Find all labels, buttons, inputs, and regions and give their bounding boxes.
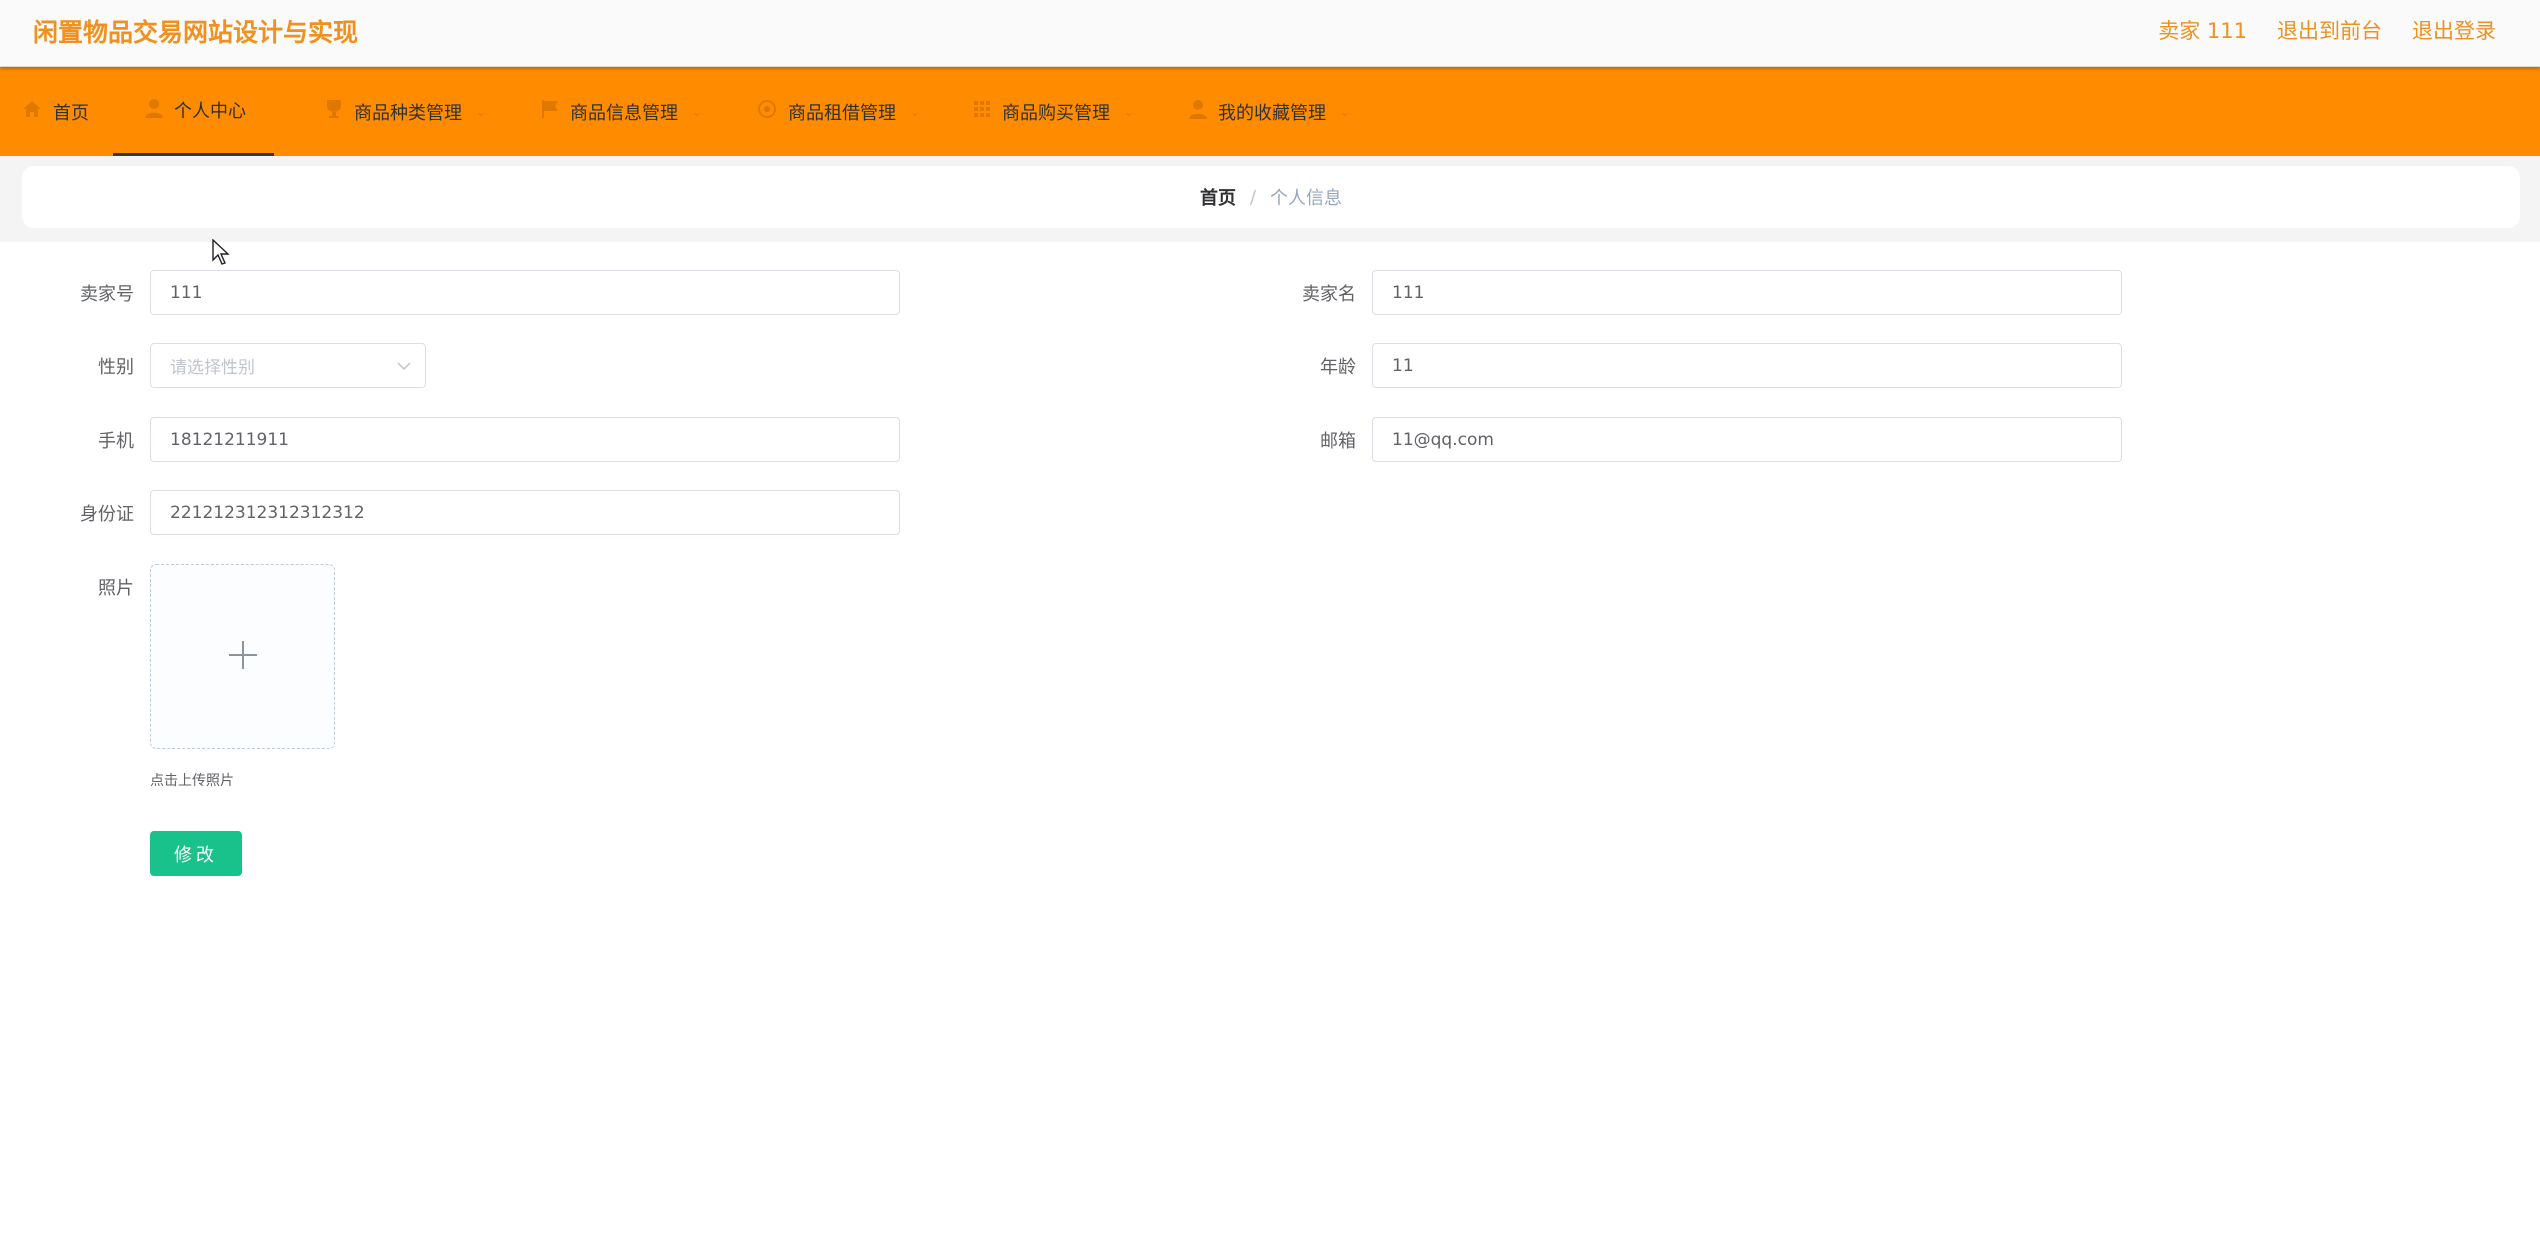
seller-name-value: 111 (1392, 282, 1425, 303)
age-input[interactable]: 11 (1372, 343, 2122, 388)
age-value: 11 (1392, 355, 1414, 376)
nav-item-label: 商品信息管理 (570, 102, 678, 124)
nav-item-label: 个人中心 (174, 101, 246, 122)
photo-uploader[interactable] (150, 564, 335, 749)
nav-item-category-management[interactable]: 商品种类管理 ⌄ (325, 67, 486, 156)
nav-item-label: 首页 (53, 102, 89, 124)
email-value: 11@qq.com (1392, 429, 1494, 450)
email-input[interactable]: 11@qq.com (1372, 417, 2122, 462)
seller-no-input[interactable]: 111 (150, 270, 900, 315)
id-card-value: 221212312312312312 (170, 502, 365, 523)
gender-placeholder: 请选择性别 (170, 358, 255, 378)
chevron-down-icon: ⌄ (692, 104, 703, 119)
current-user-link[interactable]: 卖家 111 (2158, 15, 2247, 45)
age-label: 年龄 (1320, 357, 1356, 378)
nav-item-home[interactable]: 首页 (22, 67, 89, 156)
main-nav: 首页 个人中心 商品种类管理 ⌄ 商品信息管理 ⌄ 商品租借管理 ⌄ 商品购买管… (0, 67, 2540, 156)
nav-item-personal-center[interactable]: 个人中心 (113, 67, 274, 156)
breadcrumb-home[interactable]: 首页 (1200, 184, 1236, 210)
id-card-label: 身份证 (80, 504, 134, 525)
flag-icon (541, 99, 559, 124)
seller-name-input[interactable]: 111 (1372, 270, 2122, 315)
chevron-down-icon (397, 358, 411, 374)
update-button[interactable]: 修改 (150, 831, 242, 876)
nav-item-label: 商品种类管理 (354, 102, 462, 124)
breadcrumb: 首页 / 个人信息 (22, 166, 2520, 228)
logout-link[interactable]: 退出登录 (2412, 15, 2496, 45)
user-icon (145, 98, 163, 123)
nav-item-rental-management[interactable]: 商品租借管理 ⌄ (757, 67, 920, 156)
nav-item-label: 我的收藏管理 (1218, 102, 1326, 124)
phone-value: 18121211911 (170, 429, 289, 450)
nav-item-label: 商品租借管理 (788, 102, 896, 124)
chevron-down-icon: ⌄ (910, 104, 921, 119)
mouse-cursor-icon (212, 238, 230, 269)
nav-item-goods-info-management[interactable]: 商品信息管理 ⌄ (541, 67, 702, 156)
header-links: 卖家 111 退出到前台 退出登录 (2158, 15, 2496, 45)
gender-select[interactable]: 请选择性别 (150, 343, 426, 388)
seller-no-value: 111 (170, 282, 203, 303)
nav-item-favorites-management[interactable]: 我的收藏管理 ⌄ (1189, 67, 1350, 156)
photo-label: 照片 (98, 578, 134, 599)
upload-tip: 点击上传照片 (150, 773, 234, 789)
home-icon (22, 100, 42, 123)
circle-icon (757, 99, 777, 124)
seller-no-label: 卖家号 (80, 284, 134, 305)
user-icon (1189, 99, 1207, 124)
gender-label: 性别 (98, 357, 134, 378)
chevron-down-icon: ⌄ (1340, 104, 1351, 119)
top-header: 闲置物品交易网站设计与实现 卖家 111 退出到前台 退出登录 (0, 0, 2540, 67)
chevron-down-icon: ⌄ (476, 104, 487, 119)
email-label: 邮箱 (1320, 431, 1356, 452)
site-title: 闲置物品交易网站设计与实现 (33, 18, 359, 47)
trophy-icon (325, 99, 343, 124)
seller-name-label: 卖家名 (1302, 284, 1356, 305)
breadcrumb-current: 个人信息 (1270, 188, 1343, 209)
nav-item-purchase-management[interactable]: 商品购买管理 ⌄ (973, 67, 1134, 156)
back-to-frontend-link[interactable]: 退出到前台 (2277, 15, 2382, 45)
chevron-down-icon: ⌄ (1124, 104, 1135, 119)
id-card-input[interactable]: 221212312312312312 (150, 490, 900, 535)
grid-icon (973, 100, 991, 123)
nav-item-label: 商品购买管理 (1002, 102, 1110, 124)
phone-input[interactable]: 18121211911 (150, 417, 900, 462)
phone-label: 手机 (98, 431, 134, 452)
profile-form: 卖家号 111 卖家名 111 性别 请选择性别 年龄 11 手机 181212… (22, 242, 2520, 930)
breadcrumb-separator: / (1249, 186, 1257, 208)
plus-icon (228, 640, 258, 674)
